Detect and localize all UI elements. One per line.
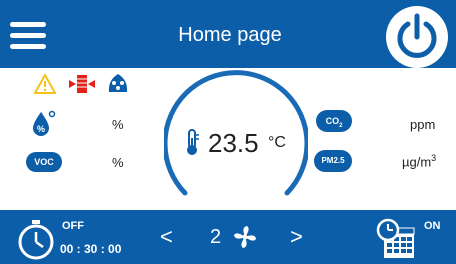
hamburger-menu-icon[interactable]	[10, 22, 48, 52]
timer-icon[interactable]	[14, 218, 58, 260]
warning-icon[interactable]	[34, 74, 56, 94]
fan-speed-value: 2	[210, 226, 222, 248]
humidity-unit: %	[112, 117, 124, 132]
pm25-unit-superscript: 3	[431, 153, 437, 163]
fan-icon	[234, 226, 256, 248]
timer-state: OFF	[62, 220, 84, 232]
schedule-icon[interactable]	[374, 216, 420, 262]
pm25-icon: PM2.5	[314, 150, 352, 172]
pm25-unit-text: µg/m	[402, 154, 432, 170]
fan-speed-decrease-button[interactable]: <	[160, 224, 173, 250]
power-icon	[397, 13, 437, 58]
heat-recovery-icon[interactable]	[68, 73, 96, 95]
schedule-state: ON	[424, 220, 441, 232]
temperature-unit: °C	[268, 134, 286, 151]
voc-icon: VOC	[26, 152, 62, 172]
pm25-unit: µg/m3	[402, 153, 436, 169]
co2-icon-subscript: 2	[339, 122, 343, 129]
power-button[interactable]	[386, 6, 448, 68]
co2-unit: ppm	[410, 117, 436, 132]
svg-text:%: %	[37, 124, 45, 134]
timer-time: 00 : 30 : 00	[60, 242, 122, 256]
voc-unit: %	[112, 155, 124, 170]
thermometer-icon	[187, 129, 199, 155]
co2-icon: CO2	[316, 110, 352, 132]
temperature-value: 23.5	[208, 128, 259, 158]
footer-bar: OFF 00 : 30 : 00 < 2 > ON	[0, 210, 456, 264]
filter-icon[interactable]	[106, 72, 130, 94]
co2-icon-text: CO	[325, 116, 340, 126]
humidity-icon: %	[33, 110, 56, 136]
page-title: Home page	[178, 24, 282, 46]
fan-speed-increase-button[interactable]: >	[290, 224, 303, 250]
